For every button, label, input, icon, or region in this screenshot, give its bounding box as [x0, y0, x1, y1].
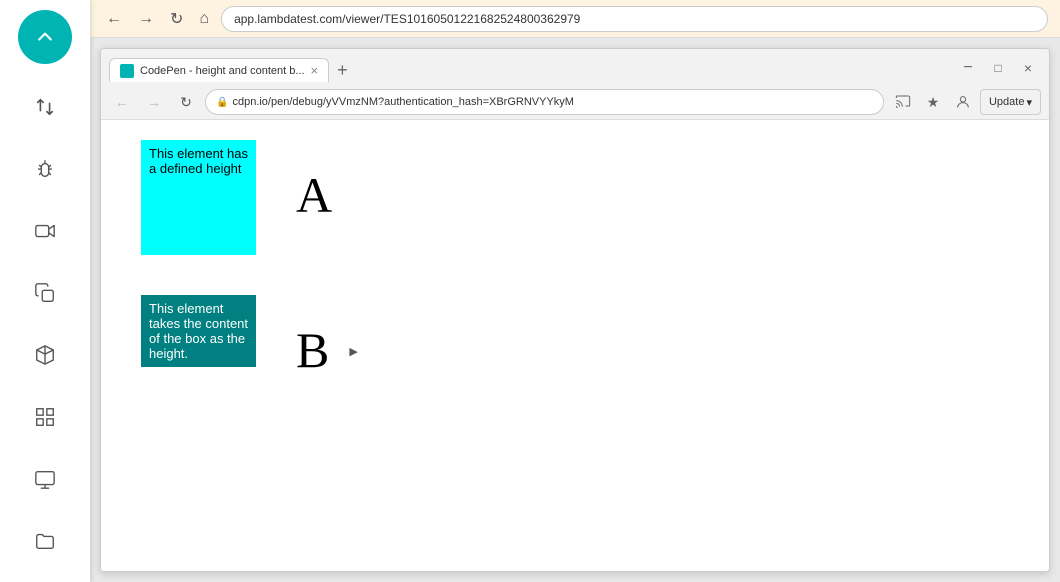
new-tab-button[interactable]: +: [331, 60, 354, 81]
bookmark-button[interactable]: ★: [920, 89, 946, 115]
grid-button[interactable]: [18, 390, 72, 444]
browser-tabs: CodePen - height and content b... × + − …: [101, 49, 1049, 85]
demo-section-b: This element takes the content of the bo…: [141, 295, 1009, 375]
cursor-position: ▶: [349, 295, 357, 358]
sidebar: [0, 0, 90, 582]
browser-window: CodePen - height and content b... × + − …: [90, 38, 1060, 582]
swap-button[interactable]: [18, 80, 72, 134]
browser-content: This element has a defined height A This…: [101, 120, 1049, 571]
minimize-button[interactable]: −: [955, 55, 981, 81]
refresh-button[interactable]: ↻: [166, 7, 187, 31]
box-a-text: This element has a defined height: [149, 146, 248, 176]
browser-refresh-button[interactable]: ↻: [173, 89, 199, 115]
profile-icon: [955, 94, 971, 110]
letter-b: B: [296, 295, 329, 375]
home-button[interactable]: ⌂: [195, 8, 213, 30]
copy-button[interactable]: [18, 266, 72, 320]
tab-close-button[interactable]: ×: [311, 63, 319, 78]
top-address-bar: ← → ↻ ⌂: [90, 0, 1060, 38]
grid-icon: [34, 406, 56, 428]
swap-icon: [34, 96, 56, 118]
browser-action-buttons: ★ Update ▾: [890, 89, 1041, 115]
browser-chrome: CodePen - height and content b... × + − …: [101, 49, 1049, 120]
box-icon: [34, 344, 56, 366]
box-b: This element takes the content of the bo…: [141, 295, 256, 367]
browser-forward-button[interactable]: →: [141, 89, 167, 115]
address-input[interactable]: [221, 6, 1048, 32]
video-icon: [34, 220, 56, 242]
update-chevron: ▾: [1026, 96, 1032, 109]
update-button[interactable]: Update ▾: [980, 89, 1041, 115]
profile-button[interactable]: [950, 89, 976, 115]
back-button[interactable]: ←: [102, 8, 126, 30]
copy-icon: [34, 282, 56, 304]
lock-icon: 🔒: [216, 97, 228, 108]
box-b-text: This element takes the content of the bo…: [149, 301, 248, 361]
bug-button[interactable]: [18, 142, 72, 196]
demo-section-a: This element has a defined height A: [141, 140, 1009, 255]
tab-favicon: [120, 64, 134, 78]
box-button[interactable]: [18, 328, 72, 382]
browser-tab-active[interactable]: CodePen - height and content b... ×: [109, 58, 329, 82]
letter-a: A: [296, 140, 332, 220]
cast-icon: [895, 94, 911, 110]
bug-icon: [34, 158, 56, 180]
folder-button[interactable]: [18, 514, 72, 568]
forward-button[interactable]: →: [134, 8, 158, 30]
folder-icon: [34, 530, 56, 552]
browser-back-button[interactable]: ←: [109, 89, 135, 115]
close-button[interactable]: ×: [1015, 55, 1041, 81]
maximize-button[interactable]: □: [985, 55, 1011, 81]
screen-button[interactable]: [18, 452, 72, 506]
browser-frame: CodePen - height and content b... × + − …: [100, 48, 1050, 572]
browser-url-text: cdpn.io/pen/debug/yVVmzNM?authentication…: [232, 96, 574, 108]
box-a: This element has a defined height: [141, 140, 256, 255]
update-label: Update: [989, 96, 1024, 108]
screen-icon: [34, 468, 56, 490]
main-content: ← → ↻ ⌂ CodePen - height and content b..…: [90, 0, 1060, 582]
chevron-up-icon: [35, 27, 55, 47]
video-button[interactable]: [18, 204, 72, 258]
browser-nav-bar: ← → ↻ 🔒 cdpn.io/pen/debug/yVVmzNM?authen…: [101, 85, 1049, 119]
cast-button[interactable]: [890, 89, 916, 115]
scroll-up-button[interactable]: [18, 10, 72, 64]
browser-address-bar[interactable]: 🔒 cdpn.io/pen/debug/yVVmzNM?authenticati…: [205, 89, 884, 115]
tab-label: CodePen - height and content b...: [140, 65, 305, 77]
